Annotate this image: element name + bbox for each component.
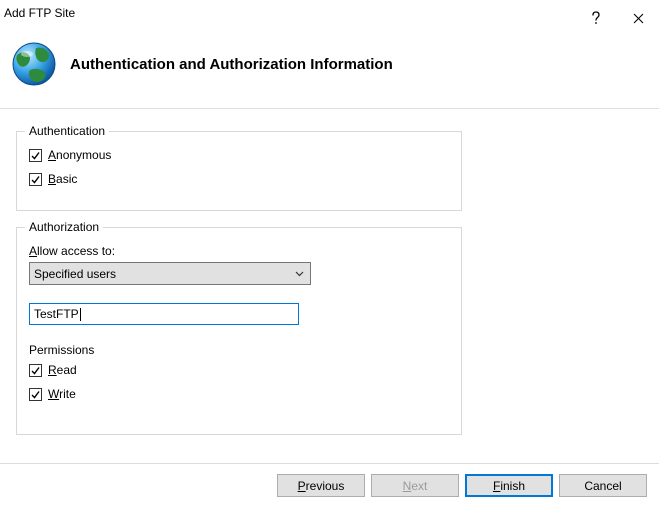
cancel-button[interactable]: Cancel bbox=[559, 474, 647, 497]
checkbox-icon bbox=[29, 173, 42, 186]
permissions-label: Permissions bbox=[29, 343, 449, 357]
previous-button[interactable]: Previous bbox=[277, 474, 365, 497]
write-label: Write bbox=[48, 387, 76, 401]
users-input[interactable]: TestFTP bbox=[29, 303, 299, 325]
page-title: Authentication and Authorization Informa… bbox=[70, 56, 393, 73]
finish-button[interactable]: Finish bbox=[465, 474, 553, 497]
window-title: Add FTP Site bbox=[4, 6, 575, 20]
write-checkbox[interactable]: Write bbox=[29, 387, 449, 401]
checkbox-icon bbox=[29, 388, 42, 401]
text-caret bbox=[80, 308, 81, 321]
chevron-down-icon bbox=[295, 271, 304, 277]
help-button[interactable] bbox=[575, 6, 617, 30]
wizard-header: Authentication and Authorization Informa… bbox=[0, 32, 659, 108]
checkbox-icon bbox=[29, 364, 42, 377]
users-input-value: TestFTP bbox=[34, 307, 79, 321]
checkbox-icon bbox=[29, 149, 42, 162]
anonymous-label: Anonymous bbox=[48, 148, 111, 162]
help-icon bbox=[591, 11, 601, 25]
allow-access-select[interactable]: Specified users bbox=[29, 262, 311, 285]
close-icon bbox=[633, 13, 644, 24]
allow-access-label: Allow access to: bbox=[29, 244, 449, 258]
authorization-label: Authorization bbox=[25, 220, 103, 234]
title-bar: Add FTP Site bbox=[0, 0, 659, 32]
read-checkbox[interactable]: Read bbox=[29, 363, 449, 377]
wizard-footer: Previous Next Finish Cancel bbox=[0, 464, 659, 509]
anonymous-checkbox[interactable]: Anonymous bbox=[29, 148, 449, 162]
authentication-label: Authentication bbox=[25, 124, 109, 138]
authentication-group: Authentication Anonymous Basic bbox=[16, 131, 462, 211]
basic-label: Basic bbox=[48, 172, 77, 186]
read-label: Read bbox=[48, 363, 77, 377]
basic-checkbox[interactable]: Basic bbox=[29, 172, 449, 186]
allow-access-value: Specified users bbox=[34, 267, 116, 281]
content-area: Authentication Anonymous Basic Authoriza… bbox=[0, 109, 659, 459]
authorization-group: Authorization Allow access to: Specified… bbox=[16, 227, 462, 435]
close-button[interactable] bbox=[617, 6, 659, 30]
globe-icon bbox=[8, 38, 60, 90]
next-button: Next bbox=[371, 474, 459, 497]
